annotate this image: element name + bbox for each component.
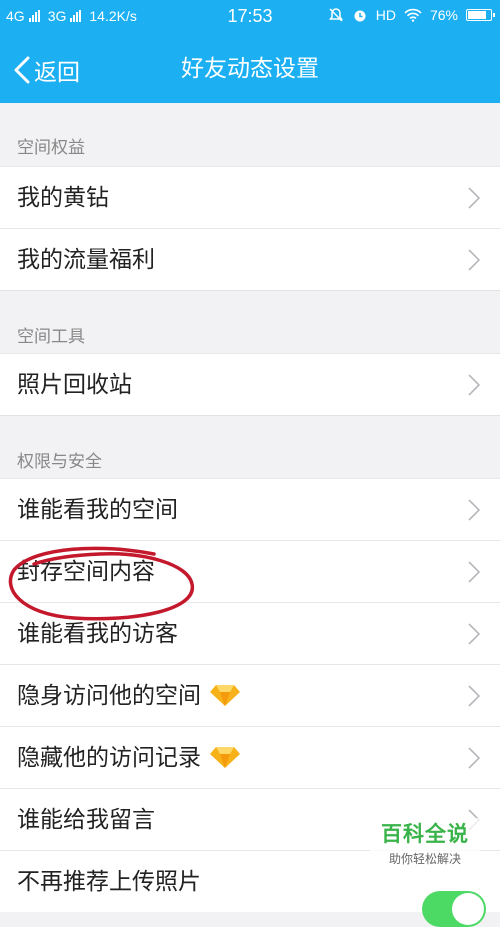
list-item[interactable]: 我的黄钻 bbox=[0, 166, 500, 228]
list-item-label: 隐身访问他的空间 bbox=[17, 665, 241, 727]
list-item-label: 我的黄钻 bbox=[17, 185, 109, 211]
watermark-subtitle: 助你轻松解决 bbox=[388, 852, 461, 866]
list-item-label: 谁能看我的访客 bbox=[17, 621, 178, 647]
nav-bar: 返回 好友动态设置 bbox=[0, 36, 500, 103]
list-item[interactable]: 谁能看我的空间 bbox=[0, 478, 500, 540]
status-bar: 4G 3G 14.2K/s 17:53 HD 76% bbox=[0, 0, 500, 36]
list-item[interactable]: 谁能看我的访客 bbox=[0, 602, 500, 664]
list-item-label: 封存空间内容 bbox=[17, 559, 155, 585]
list-item-label: 谁能给我留言 bbox=[17, 807, 155, 833]
list-item-text: 隐藏他的访问记录 bbox=[17, 745, 201, 771]
mute-bell-icon bbox=[328, 8, 343, 22]
list-item-label: 不再推荐上传照片 bbox=[17, 869, 201, 895]
section-header: 空间权益 bbox=[0, 103, 500, 166]
list-item-label: 谁能看我的空间 bbox=[17, 497, 178, 523]
list-item[interactable]: 照片回收站 bbox=[0, 353, 500, 415]
wifi-icon bbox=[404, 8, 422, 22]
list-item[interactable]: 隐身访问他的空间 bbox=[0, 664, 500, 726]
chevron-right-icon bbox=[468, 249, 480, 271]
chevron-right-icon bbox=[468, 685, 480, 707]
settings-list: 空间权益 我的黄钻 我的流量福利 空间工具 照片回收站 权限与安全 谁能看我的空… bbox=[0, 103, 500, 927]
battery-fill bbox=[468, 11, 487, 19]
list-item[interactable]: 我的流量福利 bbox=[0, 228, 500, 290]
hd-indicator: HD bbox=[375, 7, 396, 23]
chevron-right-icon bbox=[468, 187, 480, 209]
chevron-right-icon bbox=[468, 747, 480, 769]
list-item[interactable]: 封存空间内容 bbox=[0, 540, 500, 602]
list-item-text: 隐身访问他的空间 bbox=[17, 683, 201, 709]
list-item[interactable]: 隐藏他的访问记录 bbox=[0, 726, 500, 788]
list-item-label: 隐藏他的访问记录 bbox=[17, 727, 241, 789]
yellow-diamond-icon bbox=[210, 685, 240, 706]
chevron-right-icon bbox=[468, 374, 480, 396]
battery-icon bbox=[466, 9, 495, 21]
status-right-icons: HD 76% bbox=[328, 7, 495, 23]
section-header: 空间工具 bbox=[0, 290, 500, 353]
toggle-switch[interactable] bbox=[422, 891, 486, 927]
battery-percent: 76% bbox=[429, 7, 458, 23]
yellow-diamond-icon bbox=[210, 747, 240, 768]
list-item-label: 我的流量福利 bbox=[17, 247, 155, 273]
chevron-right-icon bbox=[468, 561, 480, 583]
watermark-logo: 百科全说 助你轻松解决 bbox=[370, 818, 480, 867]
watermark-title: 百科全说 bbox=[381, 822, 469, 846]
section-header: 权限与安全 bbox=[0, 415, 500, 478]
page-title: 好友动态设置 bbox=[181, 56, 319, 82]
alarm-icon bbox=[354, 10, 366, 22]
list-item-label: 照片回收站 bbox=[17, 372, 132, 398]
chevron-right-icon bbox=[468, 499, 480, 521]
chevron-right-icon bbox=[468, 623, 480, 645]
